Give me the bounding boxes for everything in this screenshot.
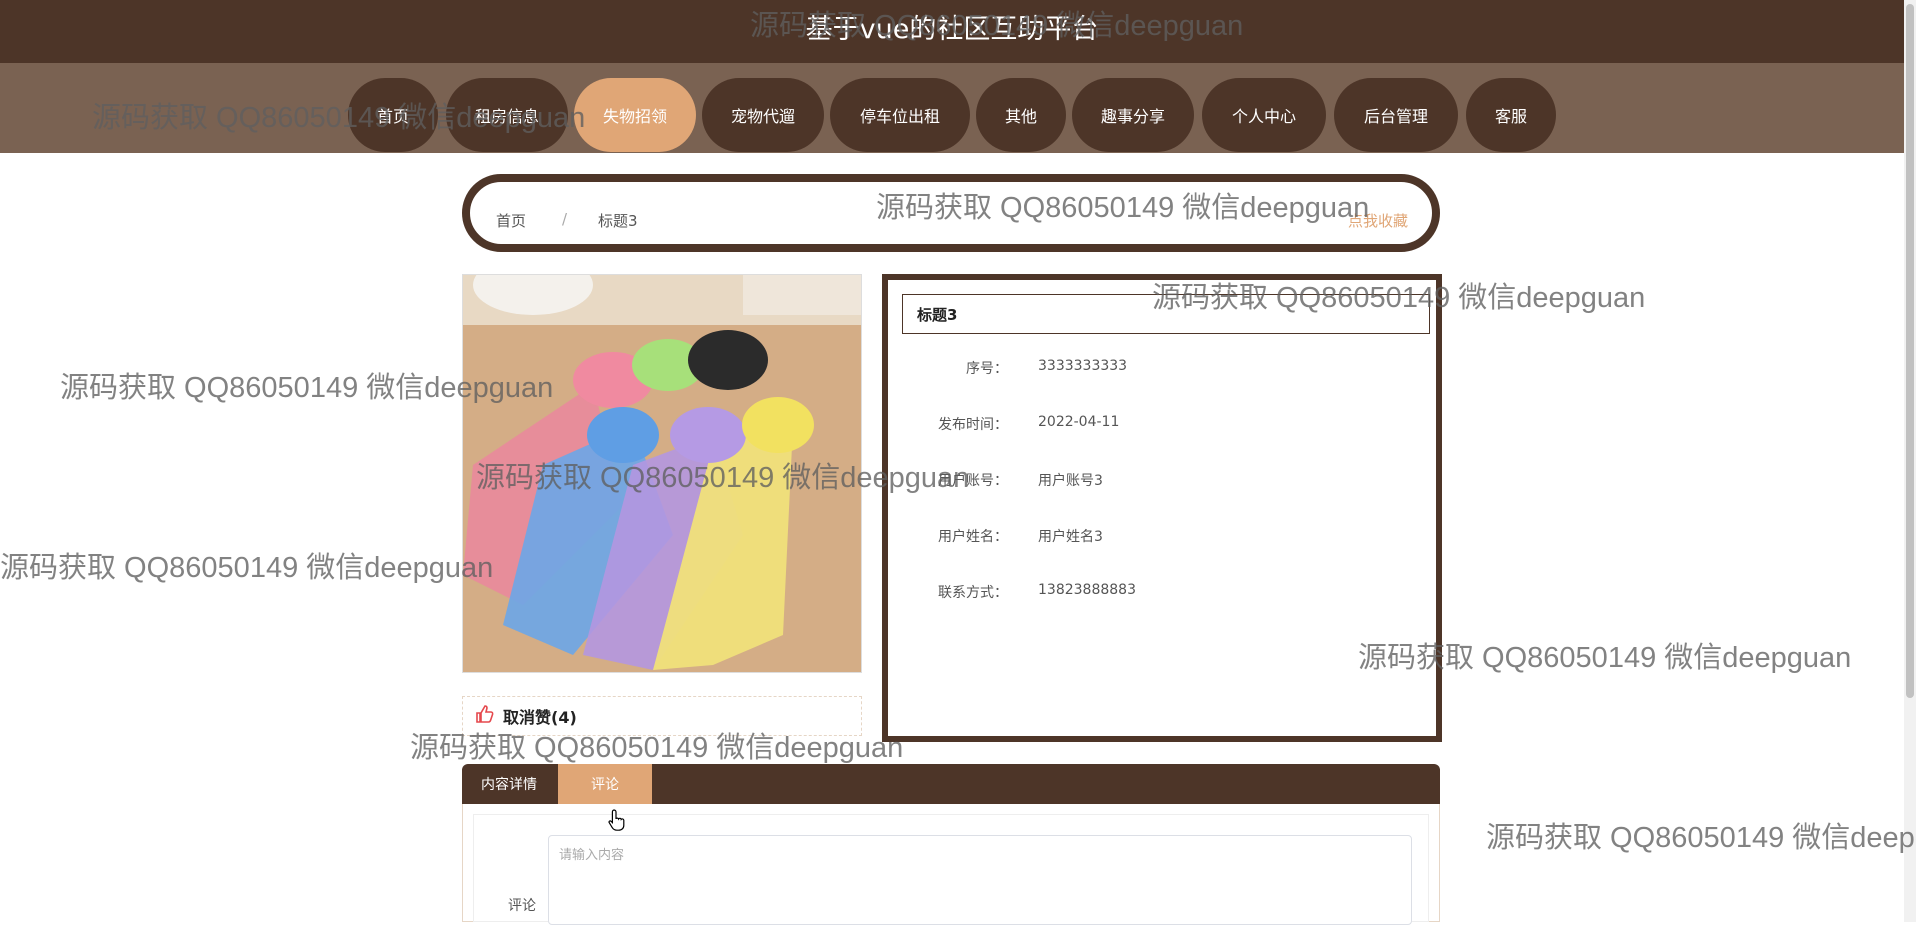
field-value-user-account: 用户账号3 (1038, 473, 1103, 489)
field-label-user-name: 用户姓名： (938, 529, 1008, 545)
field-label-publish-time: 发布时间： (938, 417, 1008, 433)
watermark: 源码获取 QQ86050149 微信deepguan (1486, 822, 1916, 854)
hand-cursor-icon (608, 808, 628, 832)
nav-item-pet-walking[interactable]: 宠物代遛 (702, 78, 824, 152)
like-label: 取消赞(4) (503, 708, 577, 727)
breadcrumb: 首页 / 标题3 点我收藏 (462, 174, 1440, 252)
nav-item-rental-info[interactable]: 租房信息 (446, 78, 568, 152)
thumbs-up-icon (475, 704, 495, 728)
nav-item-customer-service[interactable]: 客服 (1466, 78, 1556, 152)
field-label-contact: 联系方式： (938, 585, 1008, 601)
nav-item-personal-center[interactable]: 个人中心 (1202, 78, 1326, 152)
field-label-serial: 序号： (966, 361, 1008, 377)
like-button[interactable]: 取消赞(4) (462, 696, 862, 736)
breadcrumb-separator: / (562, 210, 568, 228)
field-value-contact: 13823888883 (1038, 582, 1136, 598)
field-value-user-name: 用户姓名3 (1038, 529, 1103, 545)
product-image (462, 274, 862, 673)
field-value-serial: 3333333333 (1038, 358, 1128, 374)
nav-item-admin[interactable]: 后台管理 (1334, 78, 1458, 152)
nav-item-home[interactable]: 首页 (348, 78, 438, 152)
scrollbar-thumb[interactable] (1906, 4, 1914, 698)
field-label-user-account: 用户账号： (938, 473, 1008, 489)
detail-panel: 标题3 序号： 3333333333 发布时间： 2022-04-11 用户账号… (882, 274, 1442, 742)
field-value-publish-time: 2022-04-11 (1038, 414, 1120, 430)
breadcrumb-home[interactable]: 首页 (496, 210, 526, 231)
nav-item-other[interactable]: 其他 (976, 78, 1066, 152)
tab-comments[interactable]: 评论 (558, 764, 652, 804)
nav-item-parking-rental[interactable]: 停车位出租 (830, 78, 970, 152)
breadcrumb-current: 标题3 (598, 212, 638, 230)
comment-input[interactable] (548, 835, 1412, 925)
comment-label: 评论 (508, 898, 536, 914)
site-title: 基于vue的社区互助平台 (805, 14, 1099, 45)
tabs-header: 内容详情 评论 (462, 764, 1440, 804)
watermark: 源码获取 QQ86050149 微信deepguan (0, 552, 494, 584)
detail-title: 标题3 (902, 294, 1430, 334)
nav-item-lost-and-found[interactable]: 失物招领 (574, 78, 696, 152)
nav-item-fun-share[interactable]: 趣事分享 (1072, 78, 1194, 152)
tab-content-details[interactable]: 内容详情 (462, 764, 556, 804)
collect-button[interactable]: 点我收藏 (1348, 210, 1408, 231)
page-scrollbar[interactable] (1904, 0, 1916, 922)
top-header: 基于vue的社区互助平台 (0, 0, 1904, 63)
